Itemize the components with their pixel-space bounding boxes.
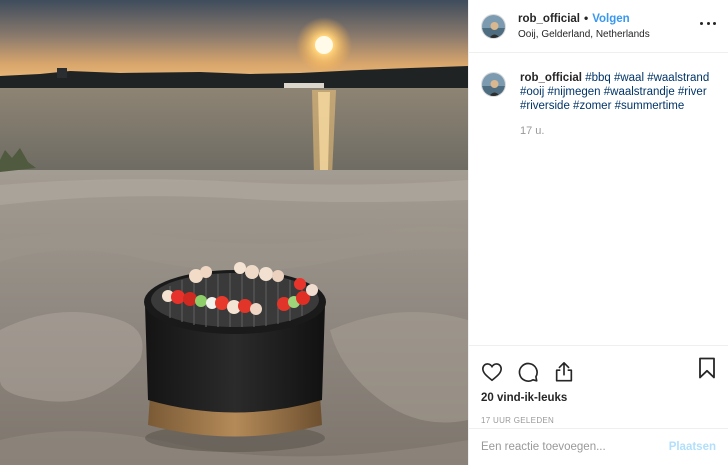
post-sidebar: rob_official • Volgen Ooij, Gelderland, Ne…: [468, 0, 728, 465]
comment-icon[interactable]: [517, 361, 539, 383]
post-header: rob_official • Volgen Ooij, Gelderland, Ne…: [469, 0, 728, 53]
instagram-post: rob_official • Volgen Ooij, Gelderland, Ne…: [0, 0, 728, 465]
caption: rob_official #bbq #waal #waalstrand #ooi…: [481, 71, 716, 138]
share-icon[interactable]: [553, 361, 575, 383]
sunset-bbq-photo: [0, 0, 468, 465]
add-comment-bar: Plaatsen: [469, 428, 728, 465]
caption-username[interactable]: rob_official: [520, 72, 582, 84]
comments-section: rob_official #bbq #waal #waalstrand #ooi…: [469, 53, 728, 345]
separator-dot: •: [583, 10, 589, 25]
post-timestamp[interactable]: 17 UUR GELEDEN: [481, 416, 716, 425]
avatar[interactable]: [481, 72, 506, 97]
avatar[interactable]: [481, 13, 506, 39]
caption-time: 17 u.: [520, 125, 545, 137]
likes-count[interactable]: 20 vind-ik-leuks: [481, 392, 716, 404]
location-link[interactable]: Ooij, Gelderland, Netherlands: [518, 27, 650, 42]
post-photo[interactable]: [0, 0, 468, 465]
username[interactable]: rob_official: [518, 13, 580, 25]
avatar-photo: [482, 73, 505, 96]
follow-button[interactable]: Volgen: [592, 13, 629, 25]
heart-icon[interactable]: [481, 361, 503, 383]
avatar-photo: [482, 14, 505, 38]
comment-input[interactable]: [481, 441, 669, 453]
more-options-icon[interactable]: [700, 16, 716, 30]
bookmark-icon[interactable]: [698, 357, 716, 379]
post-comment-button[interactable]: Plaatsen: [669, 441, 716, 453]
